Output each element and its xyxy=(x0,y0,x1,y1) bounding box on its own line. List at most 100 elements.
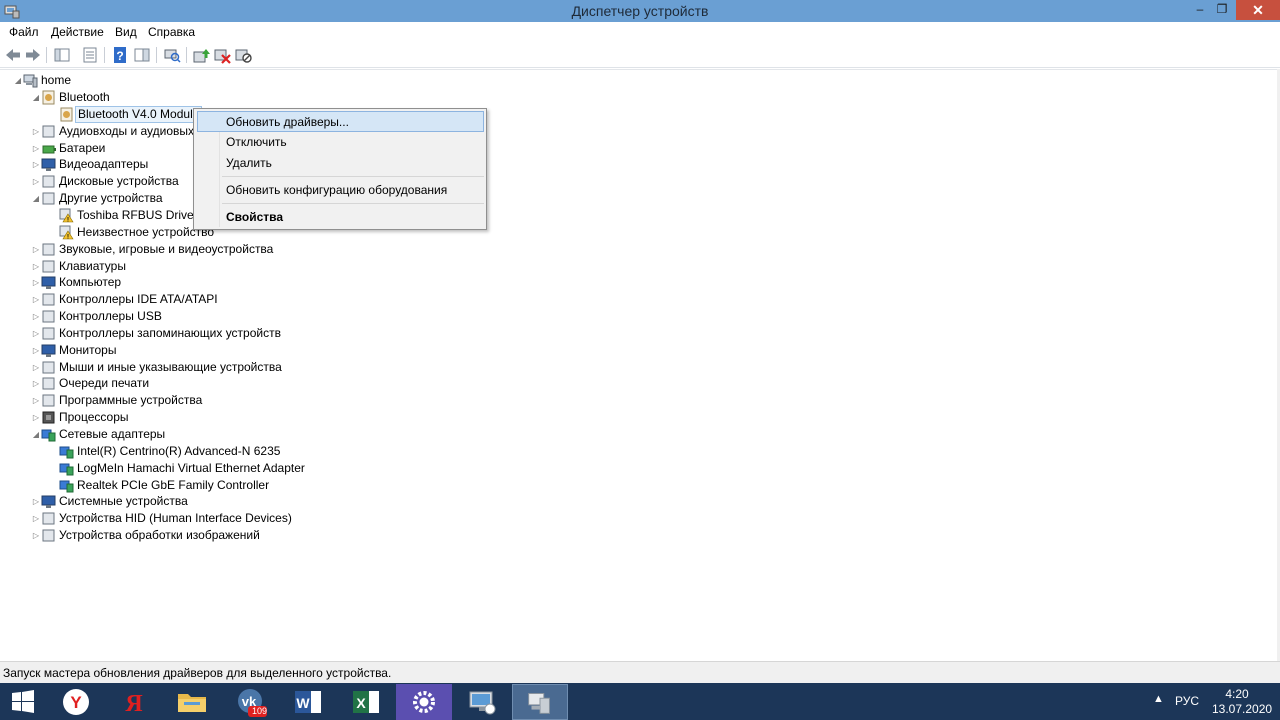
collapse-arrow-icon[interactable]: ◢ xyxy=(31,426,41,443)
collapse-arrow-icon[interactable]: ◢ xyxy=(13,72,23,89)
expand-arrow-icon[interactable]: ▷ xyxy=(31,510,41,527)
storage-controller-icon xyxy=(42,327,55,340)
tree-item-label: Intel(R) Centrino(R) Advanced-N 6235 xyxy=(77,443,281,458)
tree-item-label: Батареи xyxy=(59,140,106,155)
collapse-arrow-icon[interactable]: ◢ xyxy=(31,190,41,207)
tree-item-label: Звуковые, игровые и видеоустройства xyxy=(59,241,274,256)
device-manager-icon[interactable] xyxy=(512,684,568,720)
keyboard-icon xyxy=(42,260,55,272)
svg-text:?: ? xyxy=(116,49,123,63)
expand-arrow-icon[interactable]: ▷ xyxy=(31,140,41,157)
tree-item-label: Видеоадаптеры xyxy=(59,157,149,172)
collapse-arrow-icon[interactable]: ◢ xyxy=(31,89,41,106)
tree-item-label: Программные устройства xyxy=(59,393,203,408)
taskbar: Y Я vk 109 W X ▲ РУС 4:20 13.07.2020 xyxy=(0,683,1280,720)
expand-arrow-icon[interactable]: ▷ xyxy=(31,359,41,376)
context-update-drivers[interactable]: Обновить драйверы... xyxy=(226,115,349,129)
tree-item-label: Realtek PCIe GbE Family Controller xyxy=(77,477,270,492)
tree-item-label: Системные устройства xyxy=(59,494,188,509)
tree-item-label: Другие устройства xyxy=(59,191,163,206)
tree-item-label: Bluetooth V4.0 Module xyxy=(75,105,203,123)
word-icon[interactable]: W xyxy=(280,684,336,720)
excel-icon[interactable]: X xyxy=(338,684,394,720)
clock[interactable]: 4:20 13.07.2020 xyxy=(1212,687,1273,717)
expand-arrow-icon[interactable]: ▷ xyxy=(31,392,41,409)
audio-icon xyxy=(42,125,55,138)
expand-arrow-icon[interactable]: ▷ xyxy=(31,173,41,190)
maximize-button[interactable]: ❐ xyxy=(1208,0,1236,20)
context-disable[interactable]: Отключить xyxy=(226,135,287,149)
battery-icon xyxy=(42,145,56,154)
imaging-device-icon xyxy=(42,529,55,542)
forward-icon[interactable] xyxy=(24,46,42,64)
menu-file[interactable]: Файл xyxy=(9,25,39,39)
toolbar: ? xyxy=(0,42,1280,68)
expand-arrow-icon[interactable]: ▷ xyxy=(31,375,41,392)
tree-item-label: Мониторы xyxy=(59,342,117,357)
menu-help[interactable]: Справка xyxy=(148,25,195,39)
close-button[interactable]: ✕ xyxy=(1236,0,1280,20)
expand-arrow-icon[interactable]: ▷ xyxy=(31,156,41,173)
expand-arrow-icon[interactable]: ▷ xyxy=(31,241,41,258)
tree-item-label: Устройства HID (Human Interface Devices) xyxy=(59,511,292,526)
show-hidden-icons-arrow-icon[interactable]: ▲ xyxy=(1153,693,1164,705)
language-indicator[interactable]: РУС xyxy=(1175,694,1199,708)
properties-icon[interactable] xyxy=(81,46,99,64)
expand-arrow-icon[interactable]: ▷ xyxy=(31,527,41,544)
expand-arrow-icon[interactable]: ▷ xyxy=(31,258,41,275)
printer-icon xyxy=(42,377,55,390)
file-explorer-icon[interactable] xyxy=(164,684,220,720)
expand-arrow-icon[interactable]: ▷ xyxy=(31,325,41,342)
expand-arrow-icon[interactable]: ▷ xyxy=(31,493,41,510)
settings-icon[interactable] xyxy=(396,684,452,720)
yandex-icon[interactable]: Я xyxy=(106,684,162,720)
window-title: Диспетчер устройств xyxy=(571,3,709,19)
tree-item-label: Процессоры xyxy=(59,410,129,425)
context-properties[interactable]: Свойства xyxy=(226,210,283,224)
context-menu: Обновить драйверы... Отключить Удалить О… xyxy=(193,108,487,230)
disable-icon[interactable] xyxy=(234,46,252,64)
expand-arrow-icon[interactable]: ▷ xyxy=(31,409,41,426)
context-uninstall[interactable]: Удалить xyxy=(226,156,272,170)
vk-badge: 109 xyxy=(251,706,268,716)
tree-item-label: Устройства обработки изображений xyxy=(59,528,260,543)
action-pane-icon[interactable] xyxy=(133,46,151,64)
device-tree: ◢ home ◢ Bluetooth Bluetooth V4.0 Module ▷ А… xyxy=(0,69,1280,661)
display-adapter-icon xyxy=(41,158,56,172)
tree-item-label: Клавиатуры xyxy=(59,258,126,273)
svg-text:!: ! xyxy=(67,234,69,240)
remote-desktop-icon[interactable] xyxy=(454,684,510,720)
monitor-icon xyxy=(41,344,56,357)
expand-arrow-icon[interactable]: ▷ xyxy=(31,308,41,325)
expand-arrow-icon[interactable]: ▷ xyxy=(31,123,41,140)
scan-hardware-icon[interactable] xyxy=(163,46,181,64)
context-scan-hardware[interactable]: Обновить конфигурацию оборудования xyxy=(226,183,447,197)
start-icon[interactable] xyxy=(0,684,46,720)
update-driver-icon[interactable] xyxy=(192,46,210,64)
svg-text:W: W xyxy=(296,695,310,711)
other-devices-icon xyxy=(42,192,55,205)
expand-arrow-icon[interactable]: ▷ xyxy=(31,291,41,308)
network-adapter-icon xyxy=(41,429,56,442)
usb-icon xyxy=(42,310,55,323)
expand-arrow-icon[interactable]: ▷ xyxy=(31,274,41,291)
menu-bar: Файл Действие Вид Справка xyxy=(0,22,1280,42)
network-adapter-icon xyxy=(59,446,74,459)
expand-arrow-icon[interactable]: ▷ xyxy=(31,342,41,359)
status-text: Запуск мастера обновления драйверов для … xyxy=(3,666,392,680)
network-adapter-icon xyxy=(59,463,74,476)
tree-item-label: Контроллеры запоминающих устройств xyxy=(59,325,281,340)
back-icon[interactable] xyxy=(4,46,22,64)
tree-item-label: Мыши и иные указывающие устройства xyxy=(59,359,282,374)
clock-date: 13.07.2020 xyxy=(1212,702,1273,716)
bluetooth-device-icon xyxy=(60,107,73,122)
menu-view[interactable]: Вид xyxy=(115,25,137,39)
computer-root-icon xyxy=(23,74,38,88)
help-icon[interactable]: ? xyxy=(111,46,129,64)
tree-item-label: Сетевые адаптеры xyxy=(59,427,166,441)
tree-root-label: home xyxy=(41,73,72,87)
uninstall-icon[interactable] xyxy=(213,46,231,64)
menu-action[interactable]: Действие xyxy=(51,25,104,39)
show-hide-console-tree-icon[interactable] xyxy=(53,46,71,64)
yandex-browser-icon[interactable]: Y xyxy=(48,684,104,720)
